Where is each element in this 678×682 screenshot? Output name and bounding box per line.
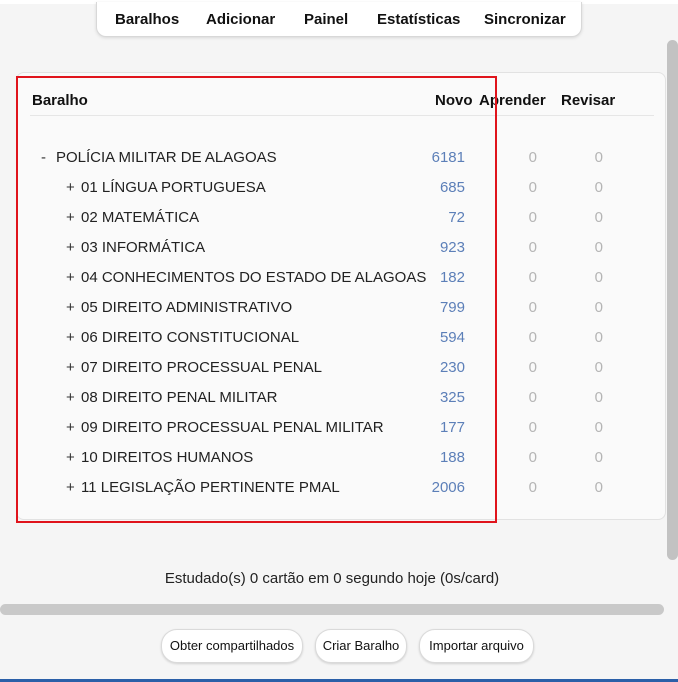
learn-count: 0 <box>528 449 537 466</box>
deck-name-link[interactable]: 05 DIREITO ADMINISTRATIVO <box>81 299 292 316</box>
deck-name-link[interactable]: 09 DIREITO PROCESSUAL PENAL MILITAR <box>81 419 384 436</box>
create-deck-button[interactable]: Criar Baralho <box>315 629 407 663</box>
toolbar-stats-link[interactable]: Estatísticas <box>377 11 460 28</box>
new-count: 2006 <box>431 479 465 496</box>
learn-count: 0 <box>528 479 537 496</box>
deck-name-link[interactable]: 07 DIREITO PROCESSUAL PENAL <box>81 359 322 376</box>
deck-row-subdeck: +07 DIREITO PROCESSUAL PENAL 230 0 0 <box>0 358 678 388</box>
review-count: 0 <box>594 239 603 256</box>
deck-row-subdeck: +02 MATEMÁTICA 72 0 0 <box>0 208 678 238</box>
header-divider <box>30 115 654 116</box>
expand-toggle[interactable]: + <box>66 179 75 196</box>
expand-toggle[interactable]: + <box>66 239 75 256</box>
deck-row-subdeck: +08 DIREITO PENAL MILITAR 325 0 0 <box>0 388 678 418</box>
review-count: 0 <box>594 209 603 226</box>
learn-count: 0 <box>528 149 537 166</box>
studied-today-status: Estudado(s) 0 cartão em 0 segundo hoje (… <box>164 570 500 587</box>
toolbar-browse-link[interactable]: Painel <box>304 11 348 28</box>
deck-name-link[interactable]: 08 DIREITO PENAL MILITAR <box>81 389 277 406</box>
deck-row-subdeck: +09 DIREITO PROCESSUAL PENAL MILITAR 177 0… <box>0 418 678 448</box>
new-count: 325 <box>439 389 465 406</box>
horizontal-scrollbar[interactable] <box>0 604 664 615</box>
import-file-button[interactable]: Importar arquivo <box>419 629 534 663</box>
review-count: 0 <box>594 449 603 466</box>
column-header-learn: Aprender <box>479 92 546 109</box>
new-count: 923 <box>439 239 465 256</box>
deck-name-link[interactable]: 03 INFORMÁTICA <box>81 239 205 256</box>
learn-count: 0 <box>528 359 537 376</box>
deck-name-link[interactable]: 06 DIREITO CONSTITUCIONAL <box>81 329 299 346</box>
learn-count: 0 <box>528 329 537 346</box>
deck-row-subdeck: +06 DIREITO CONSTITUCIONAL 594 0 0 <box>0 328 678 358</box>
expand-toggle[interactable]: + <box>66 299 75 316</box>
expand-toggle[interactable]: + <box>66 449 75 466</box>
deck-row-subdeck: +01 LÍNGUA PORTUGUESA 685 0 0 <box>0 178 678 208</box>
new-count: 799 <box>439 299 465 316</box>
learn-count: 0 <box>528 179 537 196</box>
deck-row-subdeck: +03 INFORMÁTICA 923 0 0 <box>0 238 678 268</box>
collapse-toggle[interactable]: - <box>41 149 46 166</box>
expand-toggle[interactable]: + <box>66 209 75 226</box>
review-count: 0 <box>594 179 603 196</box>
deck-row-subdeck: +05 DIREITO ADMINISTRATIVO 799 0 0 <box>0 298 678 328</box>
expand-toggle[interactable]: + <box>66 389 75 406</box>
review-count: 0 <box>594 329 603 346</box>
review-count: 0 <box>594 149 603 166</box>
expand-toggle[interactable]: + <box>66 329 75 346</box>
new-count: 188 <box>439 449 465 466</box>
new-count: 6181 <box>431 149 465 166</box>
new-count: 230 <box>439 359 465 376</box>
learn-count: 0 <box>528 419 537 436</box>
deck-name-link[interactable]: 11 LEGISLAÇÃO PERTINENTE PMAL <box>81 479 340 496</box>
expand-toggle[interactable]: + <box>66 419 75 436</box>
deck-name-link[interactable]: 10 DIREITOS HUMANOS <box>81 449 253 466</box>
deck-row-subdeck: +10 DIREITOS HUMANOS 188 0 0 <box>0 448 678 478</box>
review-count: 0 <box>594 389 603 406</box>
learn-count: 0 <box>528 389 537 406</box>
review-count: 0 <box>594 299 603 316</box>
new-count: 182 <box>439 269 465 286</box>
column-header-deck: Baralho <box>32 92 88 109</box>
column-header-review: Revisar <box>561 92 616 109</box>
column-header-new: Novo <box>435 92 473 109</box>
expand-toggle[interactable]: + <box>66 269 75 286</box>
deck-row-subdeck: +11 LEGISLAÇÃO PERTINENTE PMAL 2006 0 0 <box>0 478 678 508</box>
learn-count: 0 <box>528 239 537 256</box>
toolbar-add-link[interactable]: Adicionar <box>206 11 275 28</box>
deck-name-link[interactable]: 01 LÍNGUA PORTUGUESA <box>81 179 266 196</box>
toolbar-decks-link[interactable]: Baralhos <box>115 11 179 28</box>
new-count: 685 <box>439 179 465 196</box>
deck-name-link[interactable]: POLÍCIA MILITAR DE ALAGOAS <box>56 149 277 166</box>
learn-count: 0 <box>528 269 537 286</box>
get-shared-button[interactable]: Obter compartilhados <box>161 629 303 663</box>
expand-toggle[interactable]: + <box>66 479 75 496</box>
deck-row-parent: - POLÍCIA MILITAR DE ALAGOAS 6181 0 0 <box>0 148 678 178</box>
expand-toggle[interactable]: + <box>66 359 75 376</box>
review-count: 0 <box>594 419 603 436</box>
learn-count: 0 <box>528 299 537 316</box>
deck-name-link[interactable]: 04 CONHECIMENTOS DO ESTADO DE ALAGOAS <box>81 269 426 286</box>
review-count: 0 <box>594 359 603 376</box>
review-count: 0 <box>594 479 603 496</box>
toolbar-sync-link[interactable]: Sincronizar <box>484 11 566 28</box>
new-count: 594 <box>439 329 465 346</box>
top-toolbar: Baralhos Adicionar Painel Estatísticas S… <box>96 2 582 37</box>
review-count: 0 <box>594 269 603 286</box>
learn-count: 0 <box>528 209 537 226</box>
new-count: 72 <box>448 209 465 226</box>
deck-row-subdeck: +04 CONHECIMENTOS DO ESTADO DE ALAGOAS 18… <box>0 268 678 298</box>
new-count: 177 <box>439 419 465 436</box>
deck-name-link[interactable]: 02 MATEMÁTICA <box>81 209 199 226</box>
vertical-scrollbar[interactable] <box>667 40 678 560</box>
anki-deck-browser: Baralhos Adicionar Painel Estatísticas S… <box>0 0 678 682</box>
